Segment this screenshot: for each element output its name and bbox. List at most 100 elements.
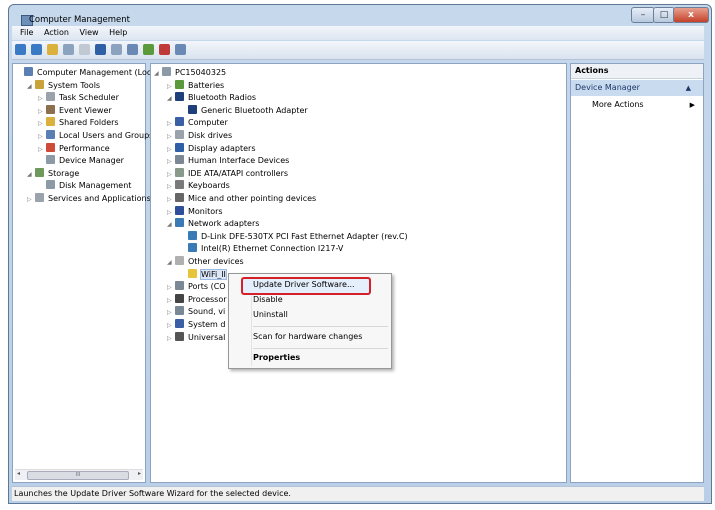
- generic-bluetooth-adapter-icon: [188, 105, 197, 114]
- maximize-button[interactable]: □: [653, 7, 675, 23]
- properties-icon[interactable]: [79, 44, 90, 55]
- uninstall-icon[interactable]: [159, 44, 170, 55]
- tree-item-label: Event Viewer: [59, 106, 112, 115]
- device-ports-co[interactable]: ▷Ports (CO: [167, 281, 226, 293]
- up-folder-icon[interactable]: [47, 44, 58, 55]
- menu-file[interactable]: File: [20, 28, 33, 37]
- device-wifi-ii[interactable]: WiFi_II: [180, 269, 226, 281]
- disk-management-icon: [46, 180, 55, 189]
- nav-event-viewer[interactable]: ▷ Event Viewer: [38, 105, 112, 117]
- device-pc15040325[interactable]: ◢ PC15040325: [154, 67, 226, 79]
- device-monitors[interactable]: ▷Monitors: [167, 206, 223, 218]
- help-icon[interactable]: [95, 44, 106, 55]
- expander-icon[interactable]: ▷: [38, 118, 46, 130]
- expander-icon[interactable]: ◢: [27, 169, 35, 181]
- universal-icon: [175, 332, 184, 341]
- device-bluetooth-radios[interactable]: ◢Bluetooth Radios: [167, 92, 256, 104]
- menu-item-properties[interactable]: Properties: [253, 351, 300, 365]
- scrollbar-thumb[interactable]: III: [27, 471, 129, 480]
- device-processor[interactable]: ▷Processor: [167, 294, 227, 306]
- expander-icon[interactable]: ▷: [167, 144, 175, 156]
- device-universal[interactable]: ▷Universal: [167, 332, 225, 344]
- menu-item-update-driver-software[interactable]: Update Driver Software...: [253, 278, 355, 292]
- menu-action[interactable]: Action: [44, 28, 69, 37]
- expander-icon[interactable]: ▷: [167, 81, 175, 93]
- show-hide-tree-icon[interactable]: [63, 44, 74, 55]
- expander-icon[interactable]: ▷: [27, 194, 35, 206]
- tree-item-label: Human Interface Devices: [188, 156, 289, 165]
- horizontal-scrollbar[interactable]: ◂ III ▸: [15, 469, 143, 480]
- device-network-adapters[interactable]: ◢Network adapters: [167, 218, 259, 230]
- menu-item-scan-for-hardware-changes[interactable]: Scan for hardware changes: [253, 330, 362, 344]
- tree-item-label: Local Users and Groups: [59, 131, 153, 140]
- device-mice-and-other-pointing-devices[interactable]: ▷Mice and other pointing devices: [167, 193, 316, 205]
- nav-disk-management[interactable]: Disk Management: [38, 180, 131, 192]
- device-batteries[interactable]: ▷Batteries: [167, 80, 224, 92]
- expander-icon[interactable]: ▷: [38, 131, 46, 143]
- expander-icon[interactable]: ▷: [167, 131, 175, 143]
- expander-icon[interactable]: ▷: [38, 144, 46, 156]
- enable-icon[interactable]: [175, 44, 186, 55]
- wifi-ii-icon: [188, 269, 197, 278]
- device-disk-drives[interactable]: ▷Disk drives: [167, 130, 232, 142]
- expander-icon[interactable]: ▷: [167, 295, 175, 307]
- nav-system-tools[interactable]: ◢System Tools: [27, 80, 100, 92]
- minimize-button[interactable]: –: [631, 7, 655, 23]
- actions-pane: Actions Device Manager ▲ More Actions ▶: [570, 63, 704, 483]
- more-actions-item[interactable]: More Actions ▶: [592, 98, 703, 112]
- expander-icon[interactable]: ◢: [167, 219, 175, 231]
- nav-device-manager[interactable]: Device Manager: [38, 155, 124, 167]
- expander-icon[interactable]: ▷: [167, 333, 175, 345]
- device-sound-vi[interactable]: ▷Sound, vi: [167, 306, 225, 318]
- expander-icon[interactable]: ◢: [167, 93, 175, 105]
- tree-item-label: PC15040325: [175, 68, 226, 77]
- storage-icon: [35, 168, 44, 177]
- scroll-right-arrow[interactable]: ▸: [138, 470, 141, 477]
- expander-icon[interactable]: ◢: [154, 68, 162, 80]
- expander-icon[interactable]: ▷: [167, 194, 175, 206]
- back-icon[interactable]: [15, 44, 26, 55]
- expander-icon[interactable]: ▷: [38, 93, 46, 105]
- nav-shared-folders[interactable]: ▷Shared Folders: [38, 117, 119, 129]
- menu-item-disable[interactable]: Disable: [253, 293, 283, 307]
- expander-icon[interactable]: ▷: [167, 207, 175, 219]
- expander-icon[interactable]: ▷: [167, 169, 175, 181]
- expander-icon[interactable]: ▷: [167, 320, 175, 332]
- nav-local-users-and-groups[interactable]: ▷ Local Users and Groups: [38, 130, 153, 142]
- collapse-arrow-icon[interactable]: ▲: [686, 80, 691, 96]
- expander-icon[interactable]: ◢: [27, 81, 35, 93]
- expander-icon[interactable]: ▷: [167, 118, 175, 130]
- device-keyboards[interactable]: ▷Keyboards: [167, 180, 230, 192]
- device-generic-bluetooth-adapter[interactable]: Generic Bluetooth Adapter: [180, 105, 308, 117]
- keyboards-icon: [175, 180, 184, 189]
- nav-task-scheduler[interactable]: ▷Task Scheduler: [38, 92, 119, 104]
- nav-computer-management-local[interactable]: Computer Management (Local: [16, 67, 158, 79]
- scan-icon[interactable]: [127, 44, 138, 55]
- update-driver-icon[interactable]: [143, 44, 154, 55]
- actions-section-device-manager[interactable]: Device Manager ▲: [571, 80, 703, 96]
- device-intel-r-ethernet-connection-i217-v[interactable]: Intel(R) Ethernet Connection I217-V: [180, 243, 343, 255]
- device-system-d[interactable]: ▷System d: [167, 319, 225, 331]
- expander-icon[interactable]: ▷: [38, 106, 46, 118]
- expander-icon[interactable]: ◢: [167, 257, 175, 269]
- device-d-link-dfe-530tx-pci-fast-ethernet-adapter-rev-c[interactable]: D-Link DFE-530TX PCI Fast Ethernet Adapt…: [180, 231, 408, 243]
- device-other-devices[interactable]: ◢Other devices: [167, 256, 244, 268]
- menu-item-uninstall[interactable]: Uninstall: [253, 308, 288, 322]
- device-ide-ata-atapi-controllers[interactable]: ▷IDE ATA/ATAPI controllers: [167, 168, 288, 180]
- forward-icon[interactable]: [31, 44, 42, 55]
- menu-help[interactable]: Help: [109, 28, 127, 37]
- device-human-interface-devices[interactable]: ▷ Human Interface Devices: [167, 155, 289, 167]
- show-action-pane-icon[interactable]: [111, 44, 122, 55]
- device-display-adapters[interactable]: ▷Display adapters: [167, 143, 256, 155]
- nav-services-and-applications[interactable]: ▷Services and Applications: [27, 193, 151, 205]
- close-button[interactable]: x: [673, 7, 709, 23]
- scroll-left-arrow[interactable]: ◂: [17, 470, 20, 477]
- expander-icon[interactable]: ▷: [167, 307, 175, 319]
- expander-icon[interactable]: ▷: [167, 156, 175, 168]
- expander-icon[interactable]: ▷: [167, 282, 175, 294]
- device-computer[interactable]: ▷Computer: [167, 117, 228, 129]
- nav-storage[interactable]: ◢Storage: [27, 168, 79, 180]
- expander-icon[interactable]: ▷: [167, 181, 175, 193]
- nav-performance[interactable]: ▷Performance: [38, 143, 110, 155]
- menu-view[interactable]: View: [80, 28, 99, 37]
